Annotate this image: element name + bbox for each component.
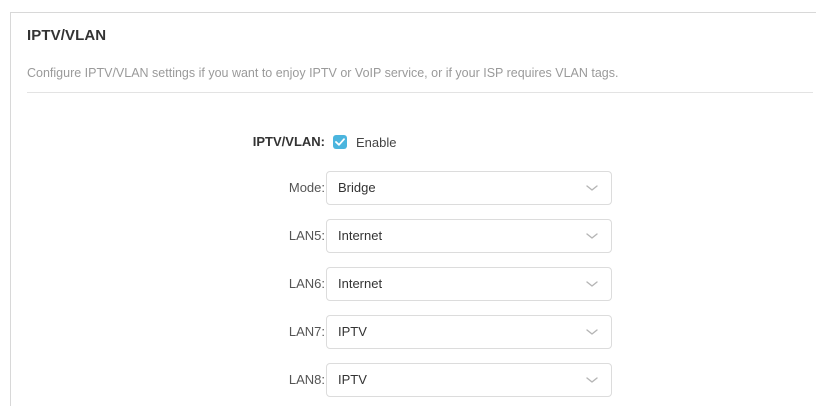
mode-row: Mode: Bridge xyxy=(11,171,817,205)
lan6-select[interactable]: Internet xyxy=(326,267,612,301)
lan8-label: LAN8: xyxy=(288,372,325,387)
lan6-row: LAN6: Internet xyxy=(11,267,817,301)
chevron-down-icon xyxy=(586,185,598,191)
mode-select[interactable]: Bridge xyxy=(326,171,612,205)
lan5-row: LAN5: Internet xyxy=(11,219,817,253)
lan8-select[interactable]: IPTV xyxy=(326,363,612,397)
lan7-label: LAN7: xyxy=(288,324,325,339)
lan5-label: LAN5: xyxy=(288,228,325,243)
chevron-down-icon xyxy=(586,281,598,287)
chevron-down-icon xyxy=(586,233,598,239)
iptv-vlan-label: IPTV/VLAN: xyxy=(252,134,325,149)
lan5-select[interactable]: Internet xyxy=(326,219,612,253)
lan7-row: LAN7: IPTV xyxy=(11,315,817,349)
iptv-vlan-row: IPTV/VLAN: Enable xyxy=(11,125,817,159)
checkmark-icon[interactable] xyxy=(333,135,347,149)
mode-label: Mode: xyxy=(288,180,325,195)
enable-checkbox-label[interactable]: Enable xyxy=(356,135,396,150)
lan8-row: LAN8: IPTV xyxy=(11,363,817,397)
chevron-down-icon xyxy=(586,329,598,335)
mode-select-value: Bridge xyxy=(338,180,376,195)
chevron-down-icon xyxy=(586,377,598,383)
section-description: Configure IPTV/VLAN settings if you want… xyxy=(27,66,619,80)
lan5-select-value: Internet xyxy=(338,228,383,243)
divider xyxy=(27,92,813,93)
lan8-select-value: IPTV xyxy=(338,372,367,387)
section-title: IPTV/VLAN xyxy=(27,27,107,44)
lan6-label: LAN6: xyxy=(288,276,325,291)
enable-checkbox[interactable]: Enable xyxy=(333,125,396,159)
lan6-select-value: Internet xyxy=(338,276,383,291)
lan7-select-value: IPTV xyxy=(338,324,367,339)
lan7-select[interactable]: IPTV xyxy=(326,315,612,349)
iptv-vlan-panel: IPTV/VLAN Configure IPTV/VLAN settings i… xyxy=(10,12,816,406)
